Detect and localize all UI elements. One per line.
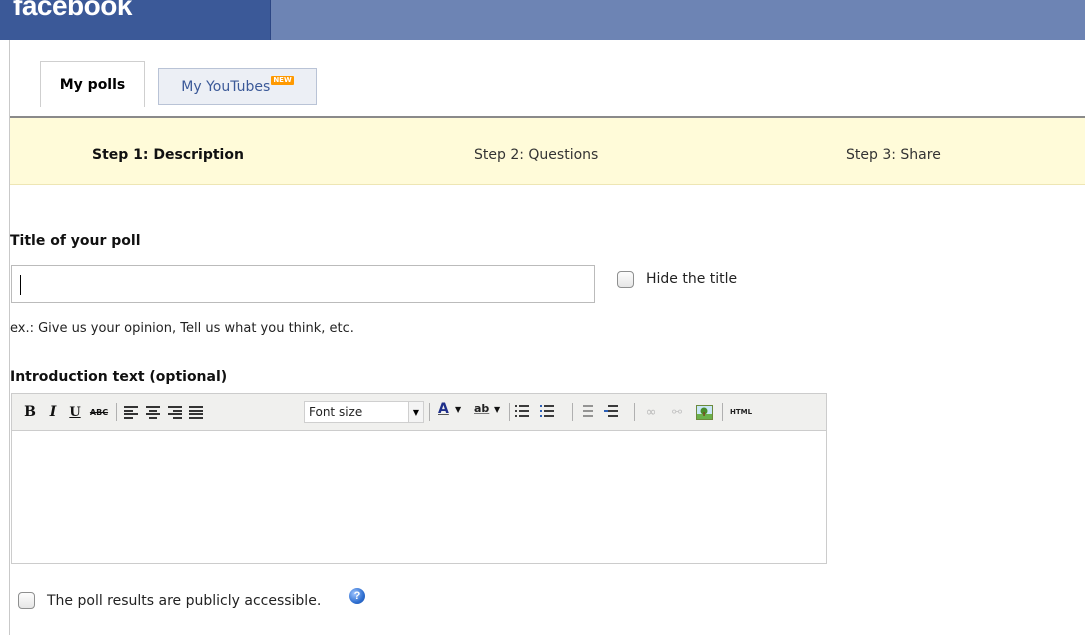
public-results-label[interactable]: The poll results are publicly accessible… — [47, 593, 321, 609]
bold-button[interactable]: B — [23, 403, 37, 421]
poll-title-hint: ex.: Give us your opinion, Tell us what … — [10, 321, 354, 336]
toolbar-separator — [116, 403, 117, 421]
tab-my-polls[interactable]: My polls — [40, 61, 145, 107]
toolbar-separator — [572, 403, 573, 421]
intro-text-area[interactable] — [12, 431, 826, 563]
intro-text-editor: B I U ABC Font size ▼ A ▼ ab ▼ ∞ ⚯ HTML — [11, 393, 827, 564]
align-justify-icon[interactable] — [189, 406, 203, 419]
tab-my-youtubes-label: My YouTubes — [181, 78, 271, 95]
new-badge: NEW — [271, 76, 294, 85]
text-color-button[interactable]: A — [438, 401, 449, 417]
steps-bar: Step 1: Description Step 2: Questions St… — [10, 118, 1085, 185]
text-caret — [20, 275, 21, 295]
align-left-icon[interactable] — [124, 406, 138, 419]
font-size-value: Font size — [309, 405, 363, 419]
outdent-icon[interactable] — [579, 405, 593, 419]
facebook-top-bar: facebook — [0, 0, 1085, 40]
poll-title-input[interactable] — [11, 265, 595, 303]
font-size-select[interactable]: Font size ▼ — [304, 401, 424, 423]
italic-button[interactable]: I — [46, 403, 60, 421]
bullet-list-icon[interactable] — [515, 405, 529, 419]
facebook-logo[interactable]: facebook — [13, 0, 132, 22]
chevron-down-icon: ▼ — [408, 402, 423, 422]
html-source-button[interactable]: HTML — [729, 403, 753, 421]
facebook-logo-area[interactable]: facebook — [0, 0, 271, 40]
align-center-icon[interactable] — [146, 406, 160, 419]
help-icon[interactable]: ? — [349, 588, 365, 604]
toolbar-separator — [634, 403, 635, 421]
numbered-list-icon[interactable] — [540, 405, 554, 419]
strikethrough-button[interactable]: ABC — [88, 403, 110, 421]
align-right-icon[interactable] — [168, 406, 182, 419]
link-icon[interactable]: ∞ — [643, 403, 659, 421]
hide-title-label[interactable]: Hide the title — [646, 271, 737, 287]
hide-title-checkbox[interactable] — [617, 271, 634, 288]
indent-icon[interactable] — [604, 405, 618, 419]
toolbar-separator — [429, 403, 430, 421]
public-results-checkbox[interactable] — [18, 592, 35, 609]
tab-my-youtubes[interactable]: My YouTubes NEW — [158, 68, 317, 105]
highlight-color-button[interactable]: ab — [474, 402, 489, 415]
tab-my-polls-label: My polls — [59, 76, 126, 93]
toolbar-separator — [509, 403, 510, 421]
poll-title-label: Title of your poll — [10, 233, 141, 249]
highlight-dropdown-icon[interactable]: ▼ — [494, 405, 500, 414]
intro-text-label: Introduction text (optional) — [10, 369, 228, 385]
step-questions[interactable]: Step 2: Questions — [474, 147, 598, 163]
editor-toolbar: B I U ABC Font size ▼ A ▼ ab ▼ ∞ ⚯ HTML — [12, 394, 826, 431]
toolbar-separator — [722, 403, 723, 421]
text-color-dropdown-icon[interactable]: ▼ — [455, 405, 461, 414]
unlink-icon[interactable]: ⚯ — [669, 403, 685, 421]
image-icon[interactable] — [696, 403, 713, 421]
step-share[interactable]: Step 3: Share — [846, 147, 941, 163]
step-description[interactable]: Step 1: Description — [92, 147, 244, 163]
underline-button[interactable]: U — [68, 403, 82, 421]
